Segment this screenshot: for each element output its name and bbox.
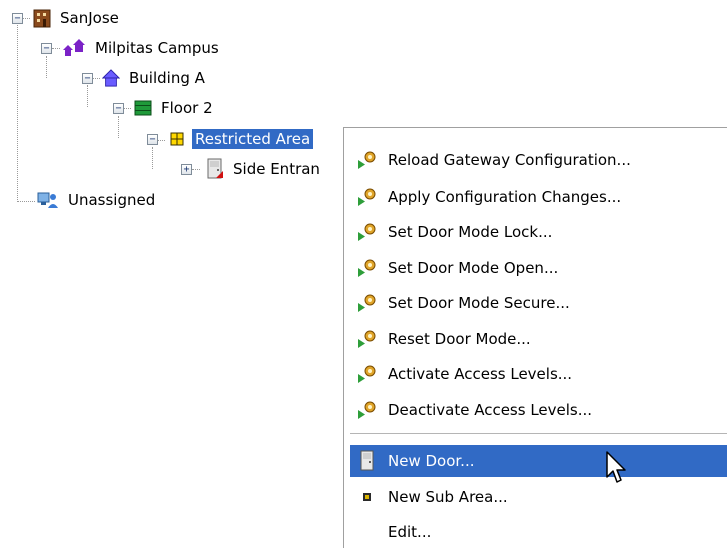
door-icon	[350, 450, 384, 472]
gear-action-icon	[350, 329, 384, 349]
floor-green-icon	[134, 99, 152, 117]
tree-connector	[17, 201, 35, 202]
menu-item-new-door[interactable]: New Door...	[350, 445, 727, 477]
tree-node-label: Restricted Area	[192, 129, 314, 149]
gear-action-icon	[350, 258, 384, 278]
tree-connector	[22, 18, 30, 19]
tree-node-floor-2[interactable]: Floor 2	[134, 96, 216, 120]
gear-action-icon	[350, 150, 384, 170]
area-yellow-icon	[168, 130, 186, 148]
gear-action-icon	[350, 400, 384, 420]
collapse-toggle-icon[interactable]: −	[12, 13, 23, 24]
campus-houses-icon	[62, 39, 86, 57]
tree-node-label: Unassigned	[68, 191, 156, 209]
door-icon	[206, 158, 224, 179]
tree-connector	[92, 78, 100, 79]
tree-connector	[17, 22, 18, 202]
tree-connector	[118, 116, 119, 138]
menu-item-set-door-mode-secure[interactable]: Set Door Mode Secure...	[350, 287, 727, 319]
tree-node-side-entrance[interactable]: Side Entran	[206, 157, 323, 181]
expand-toggle-icon[interactable]: +	[181, 164, 192, 175]
house-blue-icon	[102, 69, 120, 87]
tree-node-restricted-area[interactable]: Restricted Area	[168, 127, 314, 151]
tree-connector	[87, 85, 88, 107]
menu-item-apply-configuration-changes[interactable]: Apply Configuration Changes...	[350, 181, 727, 213]
tree-node-sanjose[interactable]: SanJose	[33, 6, 122, 30]
tree-node-milpitas-campus[interactable]: Milpitas Campus	[62, 36, 222, 60]
context-menu: Reload Gateway Configuration... Apply Co…	[343, 127, 727, 548]
gear-action-icon	[350, 293, 384, 313]
menu-item-activate-access-levels[interactable]: Activate Access Levels...	[350, 358, 727, 390]
tree-node-label: Building A	[129, 69, 205, 87]
tree-connector	[157, 140, 165, 141]
tree-node-label: Side Entran	[233, 160, 320, 178]
menu-item-new-sub-area[interactable]: New Sub Area...	[350, 481, 727, 513]
collapse-toggle-icon[interactable]: −	[113, 103, 124, 114]
collapse-toggle-icon[interactable]: −	[147, 134, 158, 145]
menu-item-set-door-mode-lock[interactable]: Set Door Mode Lock...	[350, 216, 727, 248]
tree-connector	[192, 169, 200, 170]
building-brown-icon	[33, 9, 51, 28]
tree-node-building-a[interactable]: Building A	[102, 66, 208, 90]
tree-node-label: SanJose	[60, 9, 119, 27]
tree-node-label: Floor 2	[161, 99, 213, 117]
small-square-icon	[350, 492, 384, 502]
tree-connector	[52, 48, 60, 49]
tree-node-unassigned[interactable]: Unassigned	[37, 188, 158, 212]
menu-item-reset-door-mode[interactable]: Reset Door Mode...	[350, 323, 727, 355]
collapse-toggle-icon[interactable]: −	[41, 43, 52, 54]
gear-action-icon	[350, 187, 384, 207]
tree-connector	[152, 147, 153, 169]
menu-item-reload-gateway-configuration[interactable]: Reload Gateway Configuration...	[350, 144, 727, 176]
gear-action-icon	[350, 364, 384, 384]
mouse-pointer-icon	[606, 451, 628, 489]
menu-separator	[350, 433, 727, 434]
network-users-icon	[37, 191, 59, 209]
tree-node-label: Milpitas Campus	[95, 39, 219, 57]
collapse-toggle-icon[interactable]: −	[82, 73, 93, 84]
gear-action-icon	[350, 222, 384, 242]
tree-connector	[123, 108, 131, 109]
tree-connector	[46, 56, 47, 78]
menu-item-edit[interactable]: Edit...	[350, 516, 727, 548]
menu-item-deactivate-access-levels[interactable]: Deactivate Access Levels...	[350, 394, 727, 426]
menu-item-set-door-mode-open[interactable]: Set Door Mode Open...	[350, 252, 727, 284]
